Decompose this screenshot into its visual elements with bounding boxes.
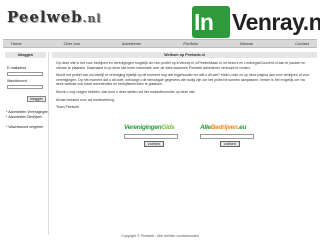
register-associations-link[interactable]: * Aanmelden Verenigingen <box>6 110 48 114</box>
inventray-logo-rest-text: Venray.nl <box>232 9 320 35</box>
verenigingengids-logo[interactable]: VerenigingenGids <box>124 124 182 132</box>
nav-home[interactable]: Home <box>11 41 22 46</box>
password-label: Wachtwoord <box>7 79 27 83</box>
inventray-logo[interactable]: In Venray.nl <box>192 6 320 38</box>
nav-portfolio[interactable]: Portfolio <box>183 41 198 46</box>
login-header: Inloggen <box>5 52 46 58</box>
site-header: Peelweb.nl In Venray.nl <box>0 0 320 40</box>
allebedrijven-promo: AlleBedrijven.eu zoeken <box>200 124 258 154</box>
signature-paragraph: Team Peelweb <box>56 105 79 110</box>
intro-paragraph: Op deze site is het voor bedrijven en ve… <box>56 61 306 70</box>
login-button[interactable]: Inloggen <box>27 96 46 102</box>
welcome-header: Welkom op Peelweb.nl <box>52 52 317 58</box>
allebedrijven-logo-suffix: .eu <box>237 124 247 131</box>
register-companies-link[interactable]: * Aanmelden Bedrijven <box>6 115 42 119</box>
login-sidebar: Inloggen E-mailadres Wachtwoord Inloggen… <box>3 52 49 235</box>
email-label: E-mailadres <box>7 66 27 70</box>
email-field[interactable] <box>7 72 43 76</box>
allebedrijven-logo[interactable]: AlleBedrijven.eu <box>200 124 258 132</box>
nav-adverteren[interactable]: Adverteren <box>122 41 142 46</box>
allebedrijven-search-input[interactable] <box>200 134 254 139</box>
forgot-password-link[interactable]: * Wachtwoord vergeten <box>6 125 43 129</box>
allebedrijven-logo-main: Alle <box>200 124 211 131</box>
verenigingengids-promo: VerenigingenGids zoeken <box>124 124 182 154</box>
verenigingengids-logo-main: Verenigingen <box>124 124 162 131</box>
verenigingengids-search-button[interactable]: zoeken <box>144 141 164 147</box>
main-content: Welkom op Peelweb.nl Op deze site is het… <box>52 52 317 235</box>
nav-over-ons[interactable]: Over ons <box>64 41 80 46</box>
inventray-logo-box-text: In <box>194 9 214 35</box>
verenigingengids-logo-accent: Gids <box>161 124 175 131</box>
peelweb-logo-text: Peelweb <box>7 8 83 26</box>
thanks-paragraph: Alvast bedankt voor uw medewerking, <box>56 97 115 102</box>
peelweb-logo-suffix: .nl <box>82 12 102 25</box>
allebedrijven-logo-accent: Bedrijven <box>210 124 238 131</box>
password-field[interactable] <box>7 85 43 89</box>
allebedrijven-search-button[interactable]: zoeken <box>220 141 240 147</box>
main-navigation: Home Over ons Adverteren Portfolio Nieuw… <box>3 39 317 48</box>
questions-paragraph: Mocht u nog vragen hebben, dan kunt u de… <box>56 89 196 94</box>
register-paragraph: Wordt het profiel van uw bedrijf of vere… <box>56 73 310 87</box>
nav-contact[interactable]: Contact <box>295 41 309 46</box>
verenigingengids-search-input[interactable] <box>124 134 178 139</box>
nav-nieuws[interactable]: Nieuws <box>240 41 253 46</box>
footer-copyright: Copyright © Peelweb - Alle rechten voorb… <box>121 234 199 238</box>
peelweb-logo[interactable]: Peelweb.nl <box>7 8 102 26</box>
